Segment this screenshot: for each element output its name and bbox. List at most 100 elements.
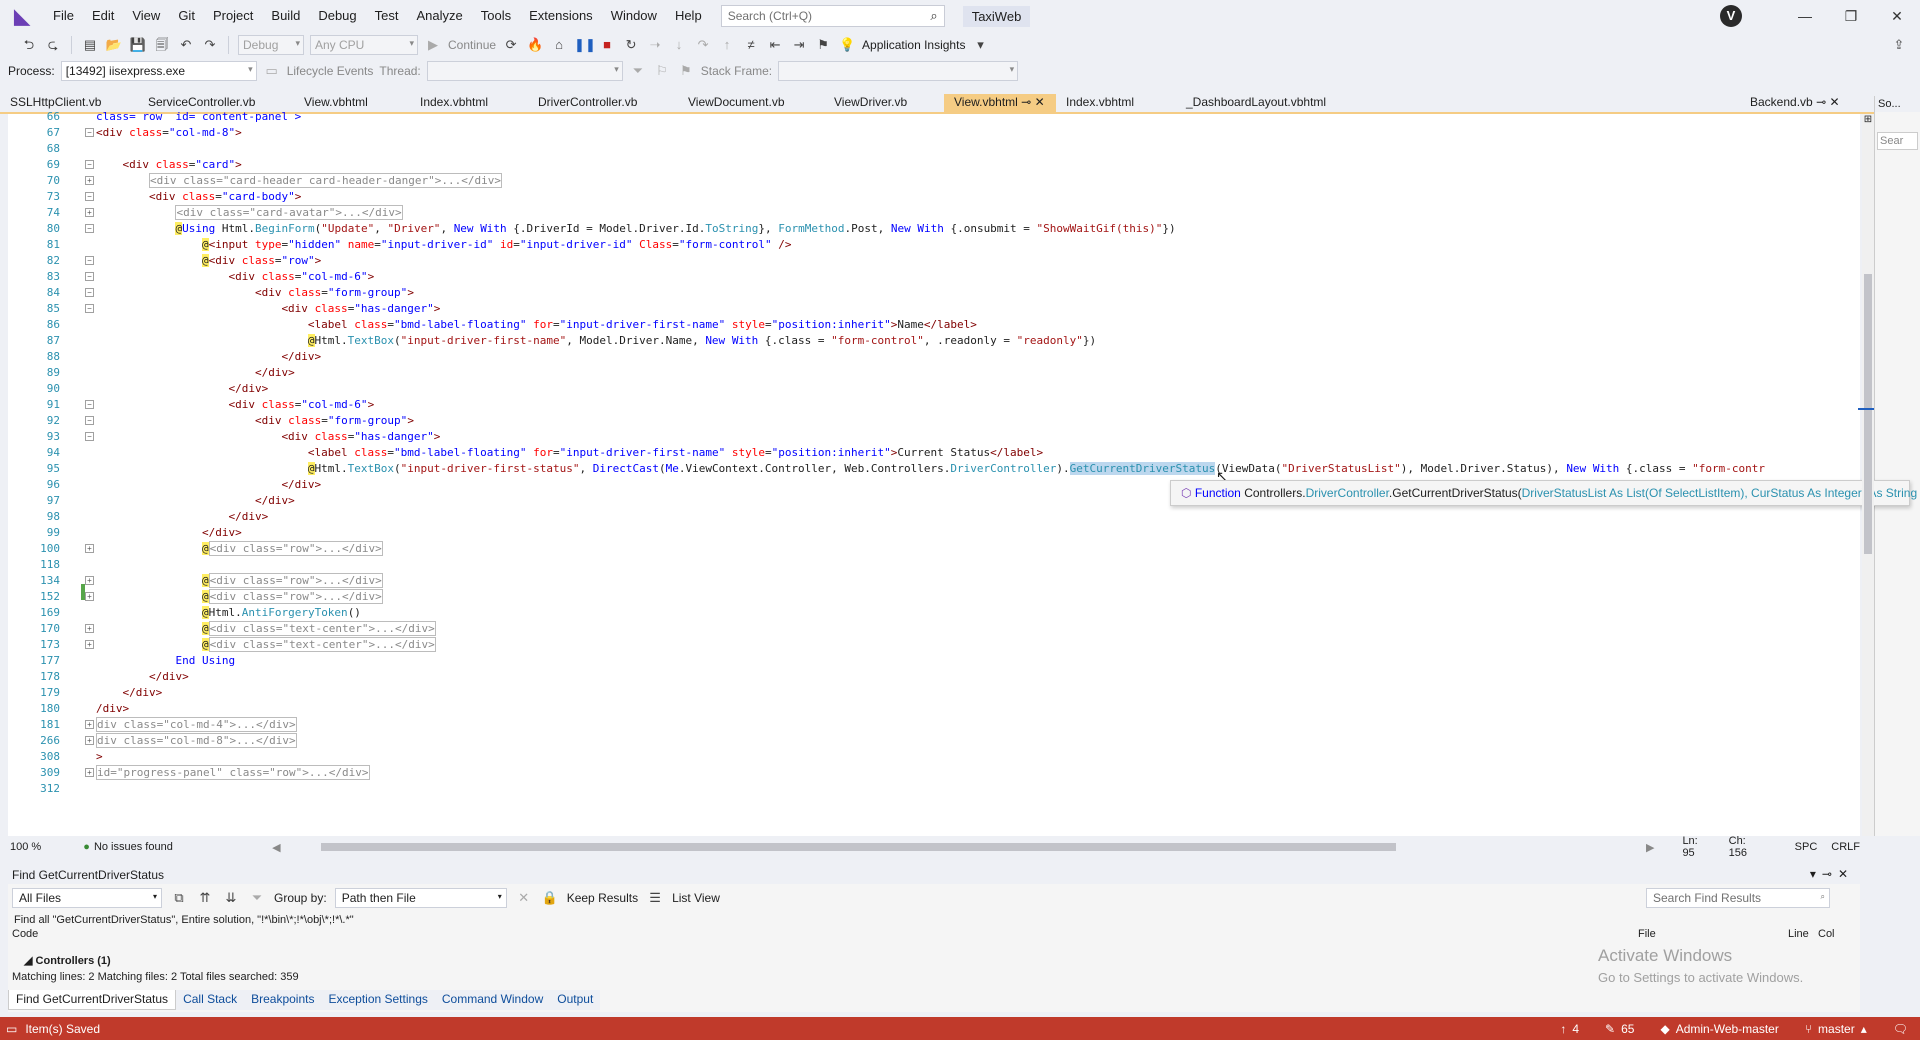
- stop-icon[interactable]: ■: [598, 36, 616, 54]
- chevron-down-icon[interactable]: ▾: [971, 36, 989, 54]
- collapse-icon[interactable]: −: [85, 272, 94, 281]
- collapse-icon[interactable]: −: [85, 304, 94, 313]
- scroll-left-icon[interactable]: ◀: [272, 841, 280, 854]
- menu-help[interactable]: Help: [666, 0, 711, 32]
- platform-select[interactable]: Any CPU ▾: [310, 35, 418, 55]
- menu-debug[interactable]: Debug: [309, 0, 365, 32]
- filter-icon[interactable]: ⏷: [629, 62, 647, 80]
- expand-icon[interactable]: +: [85, 208, 94, 217]
- back-icon[interactable]: ⮌: [20, 36, 38, 54]
- changes-count[interactable]: 65: [1621, 1022, 1634, 1036]
- indent-icon[interactable]: ⇥: [790, 36, 808, 54]
- menu-window[interactable]: Window: [602, 0, 666, 32]
- menu-project[interactable]: Project: [204, 0, 262, 32]
- tab-drivercontroller[interactable]: DriverController.vb: [528, 94, 678, 112]
- collapse-icon[interactable]: −: [85, 288, 94, 297]
- copy-icon[interactable]: ⧉: [170, 889, 188, 907]
- issues-status[interactable]: No issues found: [94, 841, 232, 853]
- menu-git[interactable]: Git: [169, 0, 204, 32]
- tab-backend-pinned[interactable]: Backend.vb ⊸ ✕: [1740, 94, 1870, 112]
- col-file[interactable]: File: [1638, 928, 1656, 940]
- editor-vertical-scrollbar[interactable]: ⊞: [1858, 114, 1874, 836]
- scrollbar-thumb[interactable]: [1864, 274, 1872, 554]
- expand-icon[interactable]: +: [85, 736, 94, 745]
- code-editor[interactable]: 66 67 68 69 70 73 74 80 81 82 83 84 85 8…: [8, 110, 1860, 836]
- tab-find-results[interactable]: Find GetCurrentDriverStatus: [8, 990, 177, 1010]
- menu-view[interactable]: View: [123, 0, 169, 32]
- process-select[interactable]: [13492] iisexpress.exe ▾: [60, 61, 257, 81]
- tooltip-class[interactable]: DriverController: [1306, 486, 1389, 500]
- find-results-search[interactable]: Search Find Results ⌕: [1646, 888, 1830, 908]
- tab-command-window[interactable]: Command Window: [435, 990, 550, 1010]
- save-icon[interactable]: 💾: [129, 36, 147, 54]
- breakpoint-toggle-icon[interactable]: ≠: [742, 36, 760, 54]
- zoom-level[interactable]: 100 %: [8, 841, 63, 853]
- solution-explorer-title[interactable]: So...: [1875, 96, 1920, 112]
- tab-exception-settings[interactable]: Exception Settings: [321, 990, 434, 1010]
- result-group-row[interactable]: ◢ Controllers (1): [8, 944, 1860, 967]
- play-icon[interactable]: ▶: [424, 36, 442, 54]
- tab-view-vbhtml-active[interactable]: View.vbhtml ⊸ ✕: [944, 94, 1056, 112]
- clear-icon[interactable]: ✕: [515, 889, 533, 907]
- restart-icon[interactable]: ↻: [622, 36, 640, 54]
- tooltip-list-type[interactable]: List: [1626, 486, 1645, 500]
- unpushed-count[interactable]: 4: [1572, 1022, 1579, 1036]
- tab-breakpoints[interactable]: Breakpoints: [244, 990, 321, 1010]
- pin-icon[interactable]: ⊸: [1021, 95, 1031, 109]
- line-ending-indicator[interactable]: CRLF: [1831, 841, 1860, 853]
- collapse-icon[interactable]: −: [85, 432, 94, 441]
- close-window-icon[interactable]: ✕: [1874, 8, 1920, 25]
- solution-explorer-search[interactable]: Sear: [1877, 132, 1918, 150]
- tab-dashboardlayout[interactable]: _DashboardLayout.vbhtml: [1176, 94, 1366, 112]
- collapse-icon[interactable]: −: [85, 400, 94, 409]
- chevron-up-icon[interactable]: ▴: [1861, 1022, 1867, 1036]
- col-col[interactable]: Col: [1818, 928, 1835, 940]
- group-by-select[interactable]: Path then File ▾: [334, 888, 507, 908]
- menu-edit[interactable]: Edit: [83, 0, 123, 32]
- refresh-icon[interactable]: ⟳: [502, 36, 520, 54]
- menu-tools[interactable]: Tools: [472, 0, 520, 32]
- branch-icon[interactable]: ⑂: [1805, 1022, 1812, 1036]
- horizontal-scrollbar-thumb[interactable]: [320, 843, 1396, 851]
- undo-icon[interactable]: ↶: [177, 36, 195, 54]
- tab-view-vbhtml[interactable]: View.vbhtml: [294, 94, 410, 112]
- split-icon[interactable]: ⊞: [1862, 114, 1874, 130]
- clear-filter-icon[interactable]: ⏷: [248, 889, 266, 907]
- scroll-right-icon[interactable]: ▶: [1646, 841, 1654, 854]
- panel-controls[interactable]: ▾⊸✕: [1810, 867, 1854, 881]
- redo-icon[interactable]: ↷: [201, 36, 219, 54]
- char-indicator[interactable]: Ch: 156: [1729, 835, 1767, 859]
- expand-icon[interactable]: +: [85, 576, 94, 585]
- tab-index-vbhtml[interactable]: Index.vbhtml: [410, 94, 528, 112]
- avatar[interactable]: V: [1720, 5, 1742, 27]
- search-box[interactable]: Search (Ctrl+Q) ⌕: [720, 5, 945, 27]
- menu-file[interactable]: File: [44, 0, 83, 32]
- previous-result-icon[interactable]: ⇈: [196, 889, 214, 907]
- notifications-icon[interactable]: 🗨: [1893, 1022, 1908, 1036]
- expand-arrow-icon[interactable]: ◢: [24, 955, 32, 967]
- expand-icon[interactable]: +: [85, 624, 94, 633]
- tab-viewdocument[interactable]: ViewDocument.vb: [678, 94, 824, 112]
- branch-name[interactable]: master: [1818, 1022, 1855, 1036]
- close-tab-icon[interactable]: ✕: [1829, 95, 1839, 109]
- col-line[interactable]: Line: [1788, 928, 1809, 940]
- pause-icon[interactable]: ❚❚: [574, 36, 596, 54]
- tab-viewdriver[interactable]: ViewDriver.vb: [824, 94, 944, 112]
- collapse-icon[interactable]: −: [85, 256, 94, 265]
- lifecycle-events-button[interactable]: Lifecycle Events: [287, 64, 374, 78]
- list-view-button[interactable]: List View: [672, 891, 720, 905]
- tab-call-stack[interactable]: Call Stack: [176, 990, 244, 1010]
- expand-icon[interactable]: +: [85, 768, 94, 777]
- pencil-icon[interactable]: ✎: [1605, 1022, 1615, 1036]
- comment-icon[interactable]: ⇤: [766, 36, 784, 54]
- repository-name[interactable]: Admin-Web-master: [1676, 1022, 1779, 1036]
- collapse-icon[interactable]: −: [85, 416, 94, 425]
- expand-icon[interactable]: +: [85, 720, 94, 729]
- close-tab-icon[interactable]: ✕: [1035, 95, 1045, 109]
- configuration-select[interactable]: Debug ▾: [238, 35, 304, 55]
- expand-icon[interactable]: +: [85, 544, 94, 553]
- expand-icon[interactable]: +: [85, 176, 94, 185]
- menu-extensions[interactable]: Extensions: [520, 0, 602, 32]
- scope-select[interactable]: All Files ▾: [12, 888, 162, 908]
- restore-icon[interactable]: ❐: [1828, 8, 1874, 25]
